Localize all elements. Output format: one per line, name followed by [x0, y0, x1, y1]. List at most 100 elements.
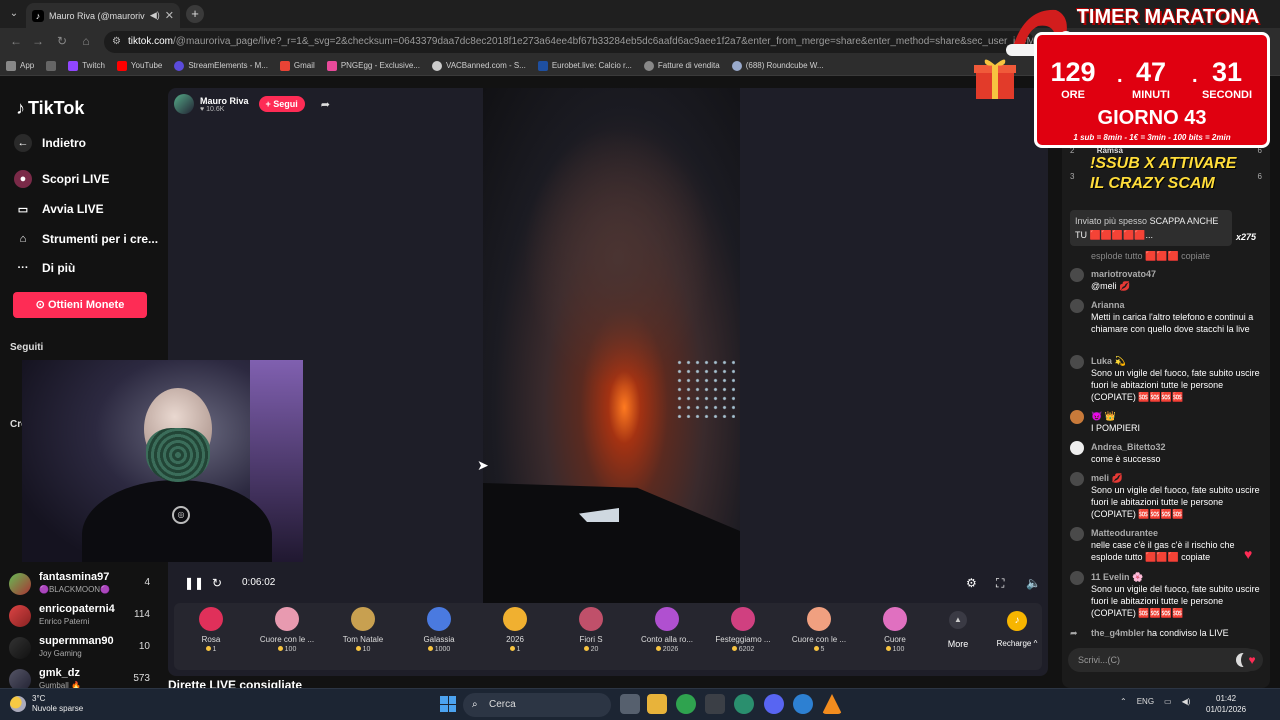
reload-icon[interactable]: ↻ [54, 34, 70, 48]
message-user[interactable]: 😈 👑 [1091, 410, 1264, 422]
gift-name: Conto alla ro... [640, 635, 694, 644]
address-bar[interactable]: ⚙ tiktok.com/@mauroriva_page/live?_r=1&_… [104, 31, 1034, 53]
chat-message[interactable]: Arianna Metti in carica l'altro telefono … [1068, 299, 1264, 335]
like-heart-button[interactable]: ♥ [1241, 649, 1263, 671]
globe-app-icon[interactable] [734, 694, 754, 714]
gift-item[interactable]: Conto alla ro... 2026 [632, 607, 702, 653]
chrome-icon[interactable] [676, 694, 696, 714]
message-user[interactable]: Matteodurantee [1091, 527, 1264, 539]
bookmark-apps[interactable]: App [6, 60, 34, 71]
nav-avvia-live[interactable]: ▭ Avvia LIVE [14, 200, 104, 218]
gift-item[interactable]: Galassia 1000 [404, 607, 474, 653]
gift-price: 100 [860, 646, 930, 653]
followed-account[interactable]: supermman90 Joy Gaming 10 [9, 635, 154, 661]
message-text: Sono un vigile del fuoco, fate subito us… [1091, 584, 1260, 618]
fullscreen-icon[interactable]: ⛶ [996, 576, 1004, 591]
network-icon[interactable]: ▭ [1164, 697, 1172, 706]
followed-account[interactable]: fantasmina97 🟣BLACKMOON🟣 4 [9, 571, 154, 597]
windows-start-icon[interactable] [440, 696, 456, 712]
mouse-cursor-icon: ➤ [477, 457, 489, 473]
volume-icon[interactable]: 🔈 [1026, 576, 1041, 590]
message-user[interactable]: mariotrovato47 [1091, 268, 1264, 280]
site-info-icon[interactable]: ⚙ [112, 31, 121, 53]
new-tab-button[interactable]: + [186, 5, 204, 23]
refresh-icon[interactable]: ↻ [212, 576, 222, 590]
bookmark-fatture[interactable]: Fatture di vendita [643, 60, 720, 71]
nav-label: Scopri LIVE [42, 172, 110, 186]
task-view-icon[interactable] [620, 694, 640, 714]
streamer-avatar[interactable] [174, 94, 194, 114]
chat-message[interactable]: mariotrovato47 @meli 💋 [1068, 268, 1264, 292]
gift-item[interactable]: Cuore con le ... 5 [784, 607, 854, 653]
viewer-count: 4 [144, 577, 150, 588]
vlc-icon[interactable] [822, 694, 842, 714]
tab-search-icon[interactable]: ⌄ [6, 6, 22, 22]
nav-more[interactable]: ··· Di più [14, 259, 76, 277]
file-explorer-icon[interactable] [647, 694, 667, 714]
gift-item[interactable]: 2026 1 [480, 607, 550, 653]
nav-scopri-live[interactable]: ● Scopri LIVE [14, 170, 109, 188]
chat-input[interactable]: Scrivi...(C) [1068, 648, 1258, 672]
windows-taskbar: 3°C Nuvole sparse ⌕ Cerca ⌃ ENG ▭ ◀) 01:42… [0, 688, 1280, 720]
weather-widget[interactable]: 3°C Nuvole sparse [10, 694, 83, 714]
more-gifts-button[interactable]: ▲ More [938, 611, 978, 649]
settings-icon[interactable]: ⚙ [966, 576, 977, 590]
home-icon[interactable]: ⌂ [78, 34, 94, 48]
share-user[interactable]: the_g4mbler [1091, 628, 1145, 638]
bookmark-eurobet[interactable]: Eurobet.live: Calcio r... [537, 60, 632, 71]
forward-arrow-icon[interactable]: → [30, 34, 46, 48]
recharge-button[interactable]: ♪ Recharge ^ [992, 611, 1042, 648]
message-user[interactable]: Andrea_Bitetto32 [1091, 441, 1264, 453]
chat-message[interactable]: 😈 👑 I POMPIERI [1068, 410, 1264, 434]
gift-name: Cuore con le ... [791, 635, 847, 644]
gift-item[interactable]: Cuore con le ... 100 [252, 607, 322, 653]
bookmark-gmail[interactable]: Gmail [279, 60, 315, 71]
back-link[interactable]: ← Indietro [14, 134, 86, 152]
message-user[interactable]: meli 💋 [1091, 472, 1264, 484]
gift-item[interactable]: Tom Natale 10 [328, 607, 398, 653]
chat-message[interactable]: Luka 💫 Sono un vigile del fuoco, fate sub… [1068, 355, 1264, 403]
bookmark-vacbanned[interactable]: VACBanned.com - S... [431, 60, 526, 71]
nav-creator-tools[interactable]: ⌂ Strumenti per i cre... [14, 230, 158, 248]
chat-message[interactable]: Andrea_Bitetto32 come è successo [1068, 441, 1264, 465]
followed-account[interactable]: enricopaterni4 Enrico Paterni 114 [9, 603, 154, 629]
chat-message[interactable]: Matteodurantee nelle case c'è il gas c'è … [1068, 527, 1264, 563]
follow-button[interactable]: + Segui [258, 96, 305, 112]
gift-item[interactable]: Festeggiamo ... 6202 [708, 607, 778, 653]
browser-tab[interactable]: ♪ Mauro Riva (@mauroriva_p ◀) ✕ [26, 3, 180, 28]
message-user[interactable]: 11 Evelin 🌸 [1091, 571, 1264, 583]
taskbar-search[interactable]: ⌕ Cerca [463, 693, 611, 717]
game-app-icon[interactable] [705, 694, 725, 714]
language-indicator[interactable]: ENG [1137, 697, 1154, 706]
chat-message[interactable]: meli 💋 Sono un vigile del fuoco, fate sub… [1068, 472, 1264, 520]
bookmark-youtube[interactable]: YouTube [116, 60, 162, 71]
message-user[interactable]: Luka 💫 [1091, 355, 1264, 367]
gift-item[interactable]: Fiori S 20 [556, 607, 626, 653]
chat-message[interactable]: 11 Evelin 🌸 Sono un vigile del fuoco, fat… [1068, 571, 1264, 619]
tiktok-logo[interactable]: ♪ TikTok [16, 98, 84, 119]
discord-icon[interactable] [764, 694, 784, 714]
gift-item[interactable]: Rosa 1 [176, 607, 246, 653]
streaming-app-icon[interactable] [793, 694, 813, 714]
pause-icon[interactable]: ❚❚ [184, 576, 204, 590]
speaker-icon[interactable]: ◀) [1182, 697, 1191, 706]
chevron-up-icon[interactable]: ⌃ [1120, 697, 1127, 706]
bookmark-streamelements[interactable]: StreamElements - M... [174, 60, 268, 71]
gift-item[interactable]: Cuore 100 [860, 607, 930, 653]
bookmark-label: Twitch [82, 61, 105, 70]
back-arrow-icon[interactable]: ← [8, 34, 24, 48]
share-icon[interactable]: ➦ [321, 98, 330, 111]
bookmark-grid[interactable] [46, 60, 57, 71]
bookmark-twitch[interactable]: Twitch [68, 60, 105, 71]
gift-icon [731, 607, 755, 631]
close-tab-icon[interactable]: ✕ [165, 9, 174, 22]
streamer-name[interactable]: Mauro Riva [200, 96, 249, 106]
bookmark-roundcube[interactable]: (688) Roundcube W... [731, 60, 824, 71]
clock[interactable]: 01:42 01/01/2026 [1206, 693, 1246, 715]
bookmark-pngegg[interactable]: PNGEgg - Exclusive... [326, 60, 420, 71]
message-user[interactable]: Arianna [1091, 299, 1264, 311]
get-coins-button[interactable]: ⊙ Ottieni Monete [13, 292, 147, 318]
speaker-icon[interactable]: ◀) [150, 10, 160, 21]
live-video-feed[interactable] [483, 88, 740, 603]
account-name: gmk_dz [39, 667, 80, 679]
